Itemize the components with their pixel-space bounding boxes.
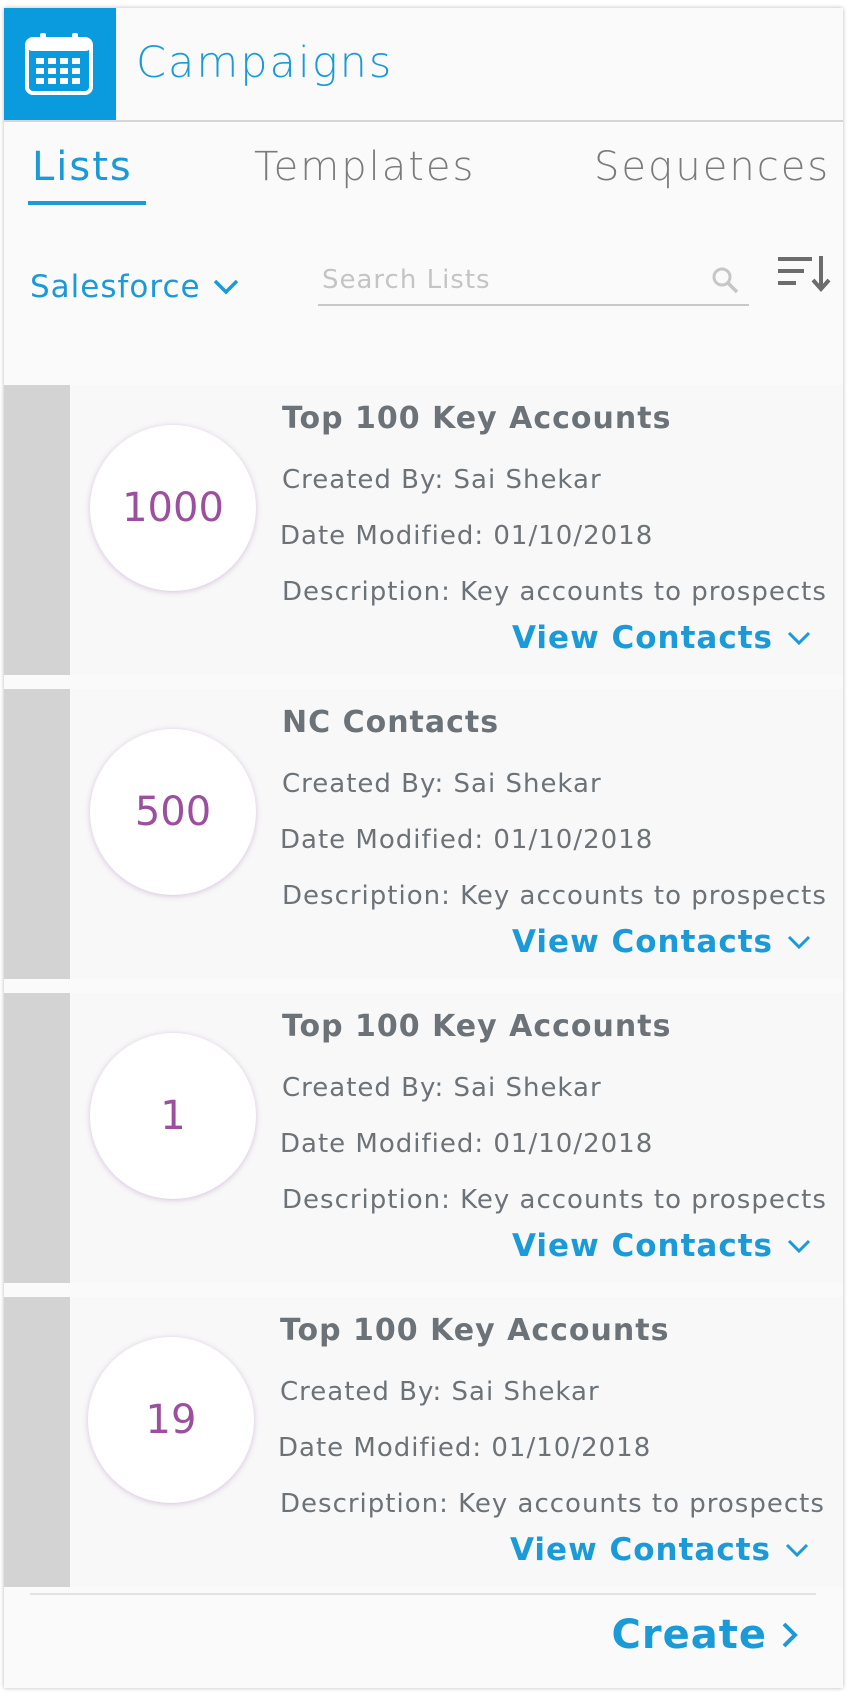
search-box xyxy=(318,258,749,306)
app-icon-box xyxy=(4,8,116,120)
calendar-icon xyxy=(25,33,93,95)
chevron-down-icon xyxy=(787,631,811,645)
view-contacts-button[interactable]: View Contacts xyxy=(512,924,811,960)
list-title: Top 100 Key Accounts xyxy=(282,401,672,436)
view-contacts-button[interactable]: View Contacts xyxy=(512,620,811,656)
chevron-down-icon xyxy=(213,279,238,295)
page-title: Campaigns xyxy=(136,38,394,88)
description-value: Key accounts to prospects xyxy=(460,577,827,607)
description-value: Key accounts to prospects xyxy=(458,1489,825,1519)
contact-count-badge: 1 xyxy=(90,1033,256,1199)
contact-count-badge: 1000 xyxy=(90,425,256,591)
footer-divider xyxy=(30,1593,816,1595)
chevron-down-icon xyxy=(785,1543,809,1557)
list-card[interactable]: 19 Top 100 Key Accounts Created By: Sai … xyxy=(4,1297,843,1587)
create-button[interactable]: Create xyxy=(612,1612,799,1658)
created-by-row: Created By: Sai Shekar xyxy=(282,1073,602,1103)
campaigns-panel: Campaigns Lists Templates Sequences Sale… xyxy=(4,8,843,1688)
view-contacts-label: View Contacts xyxy=(511,1228,773,1264)
date-modified-value: 01/10/2018 xyxy=(493,825,654,855)
tab-sequences[interactable]: Sequences xyxy=(594,144,830,190)
date-modified-value: 01/10/2018 xyxy=(493,1129,654,1159)
description-label: Description: xyxy=(282,1185,451,1215)
card-accent-bar xyxy=(4,1297,70,1587)
description-row: Description: Key accounts to prospects xyxy=(282,577,827,607)
source-dropdown[interactable]: Salesforce xyxy=(30,264,239,310)
created-by-value: Sai Shekar xyxy=(451,1377,600,1407)
date-modified-row: Date Modified: 01/10/2018 xyxy=(280,1129,653,1159)
created-by-label: Created By: xyxy=(282,465,445,495)
create-button-label: Create xyxy=(611,1612,767,1658)
card-accent-bar xyxy=(4,689,70,979)
card-accent-bar xyxy=(4,993,70,1283)
tab-templates[interactable]: Templates xyxy=(254,144,475,190)
chevron-down-icon xyxy=(787,1239,811,1253)
description-value: Key accounts to prospects xyxy=(460,881,827,911)
view-contacts-button[interactable]: View Contacts xyxy=(512,1228,811,1264)
created-by-row: Created By: Sai Shekar xyxy=(280,1377,600,1407)
created-by-label: Created By: xyxy=(280,1377,443,1407)
description-label: Description: xyxy=(282,881,451,911)
tab-lists[interactable]: Lists xyxy=(32,144,133,190)
created-by-value: Sai Shekar xyxy=(453,465,602,495)
list-card[interactable]: 1000 Top 100 Key Accounts Created By: Sa… xyxy=(4,385,843,675)
created-by-row: Created By: Sai Shekar xyxy=(282,465,602,495)
search-icon[interactable] xyxy=(711,266,739,294)
created-by-value: Sai Shekar xyxy=(453,1073,602,1103)
source-dropdown-label: Salesforce xyxy=(30,269,201,305)
date-modified-row: Date Modified: 01/10/2018 xyxy=(280,825,653,855)
date-modified-label: Date Modified: xyxy=(280,521,485,551)
list-card[interactable]: 500 NC Contacts Created By: Sai Shekar D… xyxy=(4,689,843,979)
description-row: Description: Key accounts to prospects xyxy=(280,1489,825,1519)
created-by-value: Sai Shekar xyxy=(453,769,602,799)
created-by-row: Created By: Sai Shekar xyxy=(282,769,602,799)
list-title: Top 100 Key Accounts xyxy=(282,1009,672,1044)
list-title: NC Contacts xyxy=(282,705,500,740)
view-contacts-label: View Contacts xyxy=(511,620,773,656)
contact-count-badge: 19 xyxy=(88,1337,254,1503)
date-modified-value: 01/10/2018 xyxy=(491,1433,652,1463)
created-by-label: Created By: xyxy=(282,1073,445,1103)
card-accent-bar xyxy=(4,385,70,675)
chevron-down-icon xyxy=(787,935,811,949)
date-modified-row: Date Modified: 01/10/2018 xyxy=(278,1433,651,1463)
app-header: Campaigns xyxy=(4,8,843,122)
date-modified-label: Date Modified: xyxy=(278,1433,483,1463)
description-row: Description: Key accounts to prospects xyxy=(282,881,827,911)
contact-count-badge: 500 xyxy=(90,729,256,895)
search-input[interactable] xyxy=(318,258,702,302)
list-card[interactable]: 1 Top 100 Key Accounts Created By: Sai S… xyxy=(4,993,843,1283)
view-contacts-label: View Contacts xyxy=(509,1532,771,1568)
active-tab-indicator xyxy=(28,201,146,205)
description-value: Key accounts to prospects xyxy=(460,1185,827,1215)
sort-descending-icon[interactable] xyxy=(777,254,831,294)
date-modified-label: Date Modified: xyxy=(280,1129,485,1159)
chevron-right-icon xyxy=(782,1622,798,1648)
view-contacts-button[interactable]: View Contacts xyxy=(510,1532,809,1568)
date-modified-value: 01/10/2018 xyxy=(493,521,654,551)
description-label: Description: xyxy=(282,577,451,607)
description-row: Description: Key accounts to prospects xyxy=(282,1185,827,1215)
date-modified-label: Date Modified: xyxy=(280,825,485,855)
description-label: Description: xyxy=(280,1489,449,1519)
list-title: Top 100 Key Accounts xyxy=(280,1313,670,1348)
created-by-label: Created By: xyxy=(282,769,445,799)
date-modified-row: Date Modified: 01/10/2018 xyxy=(280,521,653,551)
view-contacts-label: View Contacts xyxy=(511,924,773,960)
